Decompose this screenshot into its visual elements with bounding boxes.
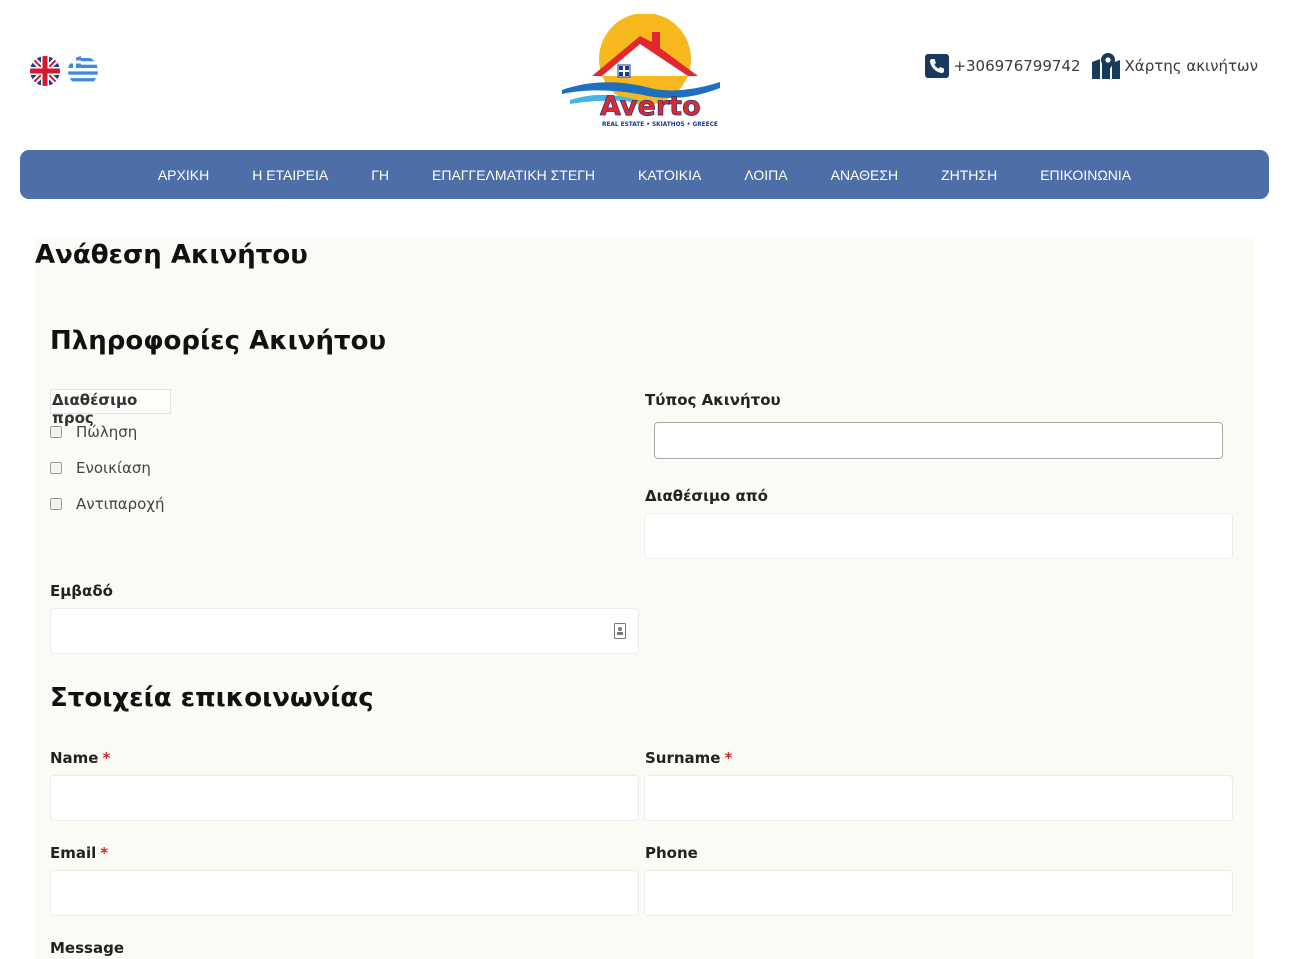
phone-number: +306976799742 [953, 57, 1081, 75]
surname-required-mark: * [724, 749, 733, 767]
exchange-checkbox[interactable] [50, 498, 62, 510]
email-label-text: Email [50, 844, 97, 862]
name-input[interactable] [50, 775, 639, 821]
contact-card-icon [614, 623, 626, 639]
greek-flag-icon[interactable] [68, 56, 98, 86]
nav-item-land[interactable]: ΓΗ [350, 167, 411, 183]
nav-item-request[interactable]: ΖΗΤΗΣΗ [920, 167, 1019, 183]
available-from-input[interactable] [644, 513, 1233, 559]
available-from-label: Διαθέσιμο από [645, 487, 768, 505]
surname-input[interactable] [644, 775, 1233, 821]
email-input[interactable] [50, 870, 639, 916]
name-label: Name * [50, 749, 110, 767]
nav-item-commercial[interactable]: ΕΠΑΓΓΕΛΜΑΤΙΚΗ ΣΤΕΓΗ [411, 167, 617, 183]
header-contacts: +306976799742 Χάρτης ακινήτων [925, 52, 1258, 80]
uk-flag-icon[interactable] [30, 56, 60, 86]
option-rent-label: Ενοικίαση [76, 459, 151, 477]
map-icon [1091, 53, 1120, 79]
surname-label-text: Surname [645, 749, 721, 767]
logo-text: Averto [600, 91, 701, 122]
property-type-select[interactable] [654, 422, 1223, 459]
logo-tagline: REAL ESTATE • SKIATHOS • GREECE [602, 122, 718, 128]
nav-item-other[interactable]: ΛΟΙΠΑ [723, 167, 809, 183]
phone-icon [925, 54, 950, 78]
phone-label: Phone [645, 844, 698, 862]
page-title: Ανάθεση Ακινήτου [35, 240, 308, 270]
nav-item-company[interactable]: Η ΕΤΑΙΡΕΙΑ [231, 167, 350, 183]
email-label: Email * [50, 844, 108, 862]
averto-logo[interactable]: Averto REAL ESTATE • SKIATHOS • GREECE [560, 13, 725, 130]
message-label: Message [50, 939, 124, 957]
option-rent[interactable]: Ενοικίαση [50, 459, 151, 477]
option-sale-label: Πώληση [76, 423, 138, 441]
nav-item-contact[interactable]: ΕΠΙΚΟΙΝΩΝΙΑ [1019, 167, 1153, 183]
language-switcher [30, 56, 98, 86]
available-for-label: Διαθέσιμο προς [50, 389, 171, 427]
nav-item-residential[interactable]: ΚΑΤΟΙΚΙΑ [617, 167, 723, 183]
area-label: Εμβαδό [50, 582, 113, 600]
property-map-label: Χάρτης ακινήτων [1124, 57, 1258, 75]
option-exchange-label: Αντιπαροχή [76, 495, 165, 513]
site-header: Averto REAL ESTATE • SKIATHOS • GREECE +… [0, 0, 1290, 150]
nav-item-home[interactable]: ΑΡΧΙΚΗ [136, 167, 230, 183]
email-required-mark: * [100, 844, 109, 862]
phone-input[interactable] [644, 870, 1233, 916]
option-exchange[interactable]: Αντιπαροχή [50, 495, 165, 513]
option-sale[interactable]: Πώληση [50, 423, 137, 441]
area-input[interactable] [50, 608, 639, 654]
property-type-label: Τύπος Ακινήτου [645, 391, 781, 409]
contact-info-heading: Στοιχεία επικοινωνίας [50, 683, 374, 713]
rent-checkbox[interactable] [50, 462, 62, 474]
name-label-text: Name [50, 749, 99, 767]
property-info-heading: Πληροφορίες Ακινήτου [50, 326, 387, 356]
phone-link[interactable]: +306976799742 [925, 54, 1081, 78]
property-map-link[interactable]: Χάρτης ακινήτων [1091, 52, 1258, 80]
main-nav: ΑΡΧΙΚΗ Η ΕΤΑΙΡΕΙΑ ΓΗ ΕΠΑΓΓΕΛΜΑΤΙΚΗ ΣΤΕΓΗ… [20, 150, 1269, 199]
name-required-mark: * [102, 749, 111, 767]
nav-item-assignment[interactable]: ΑΝΑΘΕΣΗ [809, 167, 919, 183]
surname-label: Surname * [645, 749, 732, 767]
sale-checkbox[interactable] [50, 426, 62, 438]
